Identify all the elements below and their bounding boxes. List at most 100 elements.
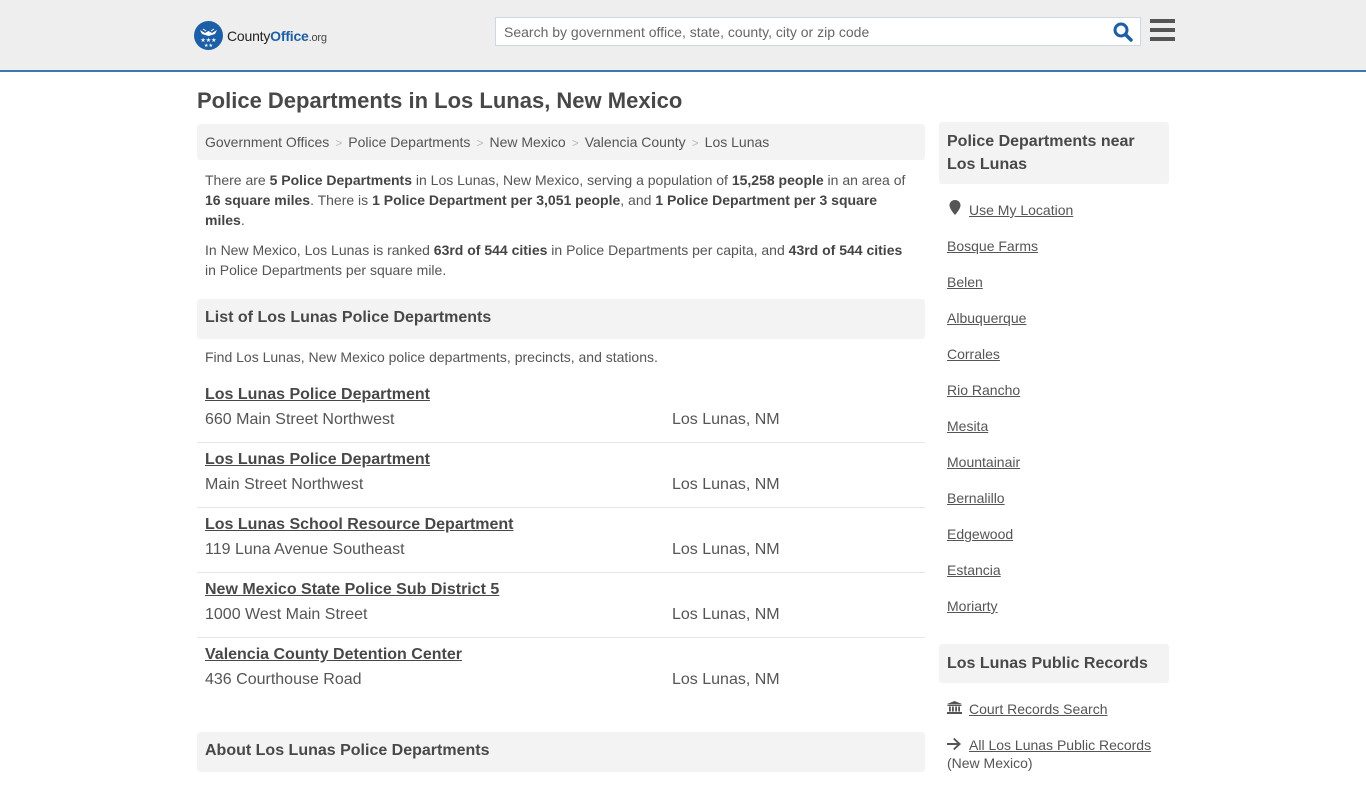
- nearby-city: Bernalillo: [947, 488, 1167, 524]
- nearby-city: Edgewood: [947, 524, 1167, 560]
- nearby-city-link[interactable]: Mountainair: [947, 454, 1020, 470]
- search-button[interactable]: [1112, 21, 1134, 43]
- breadcrumb-separator: >: [691, 136, 699, 150]
- population: 15,258 people: [731, 172, 824, 188]
- search-box: [495, 17, 1141, 46]
- nearby-city: Bosque Farms: [947, 236, 1167, 272]
- text: in Los Lunas, New Mexico, serving a popu…: [411, 172, 732, 188]
- rank-per-capita: 63rd of 544 cities: [433, 242, 548, 258]
- text: . There is: [310, 192, 373, 208]
- area: 16 square miles: [205, 192, 311, 208]
- text: .: [240, 212, 245, 228]
- text: in Police Departments per capita, and: [547, 242, 789, 258]
- list-description: Find Los Lunas, New Mexico police depart…: [205, 349, 658, 365]
- department-list: Los Lunas Police Department 660 Main Str…: [197, 378, 925, 703]
- department-address: 436 Courthouse Road: [205, 671, 362, 688]
- logo-text: CountyOffice.org: [227, 28, 327, 44]
- nearby-city: Moriarty: [947, 596, 1167, 632]
- breadcrumb-valencia-county[interactable]: Valencia County: [585, 134, 686, 150]
- list-heading: List of Los Lunas Police Departments: [197, 299, 925, 339]
- nearby-city: Rio Rancho: [947, 380, 1167, 416]
- menu-bar: [1150, 37, 1175, 41]
- department-link[interactable]: Los Lunas School Resource Department: [205, 516, 514, 534]
- nearby-city-link[interactable]: Edgewood: [947, 526, 1013, 542]
- breadcrumb-police-departments[interactable]: Police Departments: [348, 134, 470, 150]
- all-public-records-link[interactable]: All Los Lunas Public Records: [969, 737, 1151, 753]
- eagle-stars-icon: ★★★ ★★: [194, 21, 223, 50]
- department-link[interactable]: Los Lunas Police Department: [205, 386, 430, 404]
- text: There are: [205, 172, 270, 188]
- page-title: Police Departments in Los Lunas, New Mex…: [197, 88, 683, 113]
- intro-text: There are 5 Police Departments in Los Lu…: [205, 170, 917, 290]
- nearby-city-link[interactable]: Mesita: [947, 418, 988, 434]
- breadcrumb-government-offices[interactable]: Government Offices: [205, 134, 329, 150]
- department-item: Los Lunas School Resource Department 119…: [197, 508, 925, 573]
- nearby-city-link[interactable]: Albuquerque: [947, 310, 1026, 326]
- department-item: New Mexico State Police Sub District 5 1…: [197, 573, 925, 638]
- nearby-city: Corrales: [947, 344, 1167, 380]
- per-capita: 1 Police Department per 3,051 people: [372, 192, 621, 208]
- department-city: Los Lunas, NM: [672, 476, 780, 493]
- logo-county: County: [227, 27, 271, 44]
- department-link[interactable]: Valencia County Detention Center: [205, 646, 462, 664]
- breadcrumb-los-lunas[interactable]: Los Lunas: [705, 134, 770, 150]
- about-heading: About Los Lunas Police Departments: [197, 732, 925, 772]
- nearby-city: Mountainair: [947, 452, 1167, 488]
- all-records-row: All Los Lunas Public Records (New Mexico): [947, 735, 1167, 775]
- map-marker-icon: [947, 200, 963, 220]
- nearby-city: Estancia: [947, 560, 1167, 596]
- department-address: Main Street Northwest: [205, 476, 364, 493]
- nearby-city: Belen: [947, 272, 1167, 308]
- intro-paragraph-stats: There are 5 Police Departments in Los Lu…: [205, 170, 917, 230]
- text: , and: [620, 192, 656, 208]
- nearby-links: Use My Location Bosque Farms Belen Albuq…: [947, 200, 1167, 632]
- nearby-city-link[interactable]: Bosque Farms: [947, 238, 1038, 254]
- department-item: Valencia County Detention Center 436 Cou…: [197, 638, 925, 703]
- breadcrumb-separator: >: [335, 136, 343, 150]
- nearby-city: Mesita: [947, 416, 1167, 452]
- text: in an area of: [823, 172, 906, 188]
- public-records-links: Court Records Search All Los Lunas Publi…: [947, 699, 1167, 791]
- search-icon: [1113, 22, 1133, 42]
- department-city: Los Lunas, NM: [672, 671, 780, 688]
- text: in Police Departments per square mile.: [205, 262, 447, 278]
- nearby-city-link[interactable]: Estancia: [947, 562, 1001, 578]
- breadcrumb: Government Offices > Police Departments > Ne…: [197, 124, 925, 160]
- department-link[interactable]: Los Lunas Police Department: [205, 451, 430, 469]
- nearby-city-link[interactable]: Rio Rancho: [947, 382, 1020, 398]
- nearby-city-link[interactable]: Corrales: [947, 346, 1000, 362]
- department-address: 119 Luna Avenue Southeast: [205, 541, 405, 558]
- menu-bar: [1150, 19, 1175, 23]
- department-address: 1000 West Main Street: [205, 606, 368, 623]
- records-state-suffix: (New Mexico): [947, 755, 1033, 771]
- use-my-location-link[interactable]: Use My Location: [969, 202, 1073, 218]
- breadcrumb-new-mexico[interactable]: New Mexico: [489, 134, 565, 150]
- search-input[interactable]: [496, 18, 1096, 45]
- logo-office: Office: [270, 27, 309, 44]
- public-records-heading: Los Lunas Public Records: [939, 644, 1169, 683]
- nearby-city-link[interactable]: Bernalillo: [947, 490, 1005, 506]
- department-item: Los Lunas Police Department 660 Main Str…: [197, 378, 925, 443]
- site-header: ★★★ ★★ CountyOffice.org: [0, 0, 1366, 72]
- nearby-heading: Police Departments near Los Lunas: [939, 122, 1169, 184]
- nearby-city: Albuquerque: [947, 308, 1167, 344]
- svg-text:★★: ★★: [204, 43, 213, 49]
- site-logo[interactable]: ★★★ ★★ CountyOffice.org: [194, 21, 327, 50]
- nearby-city-link[interactable]: Moriarty: [947, 598, 998, 614]
- court-records-link[interactable]: Court Records Search: [969, 701, 1108, 717]
- text: In New Mexico, Los Lunas is ranked: [205, 242, 434, 258]
- breadcrumb-separator: >: [476, 136, 484, 150]
- menu-bar: [1150, 28, 1175, 32]
- department-city: Los Lunas, NM: [672, 411, 780, 428]
- arrow-right-icon: [947, 735, 963, 755]
- department-item: Los Lunas Police Department Main Street …: [197, 443, 925, 508]
- department-city: Los Lunas, NM: [672, 606, 780, 623]
- hamburger-menu-button[interactable]: [1150, 19, 1175, 41]
- department-link[interactable]: New Mexico State Police Sub District 5: [205, 581, 499, 599]
- court-records-row: Court Records Search: [947, 699, 1167, 719]
- nearby-city-link[interactable]: Belen: [947, 274, 983, 290]
- department-city: Los Lunas, NM: [672, 541, 780, 558]
- breadcrumb-separator: >: [571, 136, 579, 150]
- logo-tld: .org: [308, 31, 327, 44]
- rank-per-area: 43rd of 544 cities: [788, 242, 903, 258]
